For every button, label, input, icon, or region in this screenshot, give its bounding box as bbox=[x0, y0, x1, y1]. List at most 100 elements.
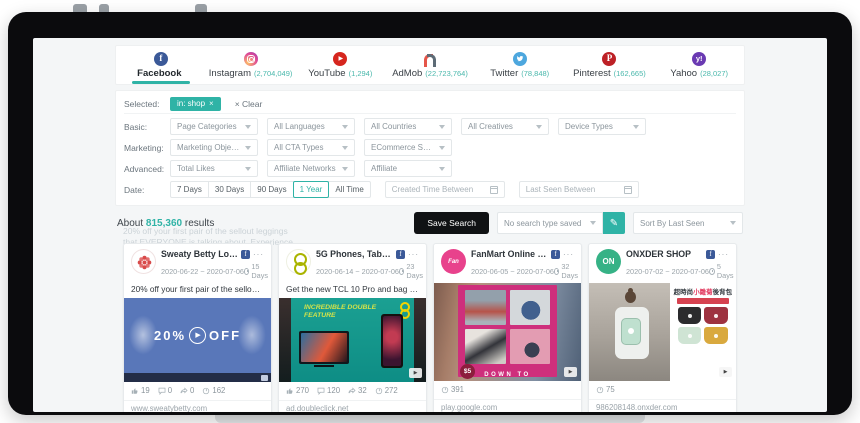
dropdown-page-categories[interactable]: Page Categories bbox=[170, 118, 258, 135]
more-options-icon[interactable]: ··· bbox=[563, 250, 574, 259]
chevron-down-icon bbox=[439, 167, 445, 171]
ad-duration: 5 Days bbox=[717, 262, 735, 280]
dropdown-ecommerce-softwares[interactable]: ECommerce Softwares bbox=[364, 139, 452, 156]
tab-pinterest[interactable]: P Pinterest(162,665) bbox=[565, 46, 655, 84]
chevron-down-icon bbox=[730, 221, 736, 225]
ad-domain[interactable]: play.google.com bbox=[434, 399, 581, 412]
selected-tag-in-shop[interactable]: in: shop× bbox=[170, 97, 221, 111]
ad-text: 20% off your first pair of the sellout l… bbox=[124, 283, 271, 298]
dropdown-countries[interactable]: All Countries bbox=[364, 118, 452, 135]
facebook-icon: f bbox=[154, 52, 168, 66]
advertiser-name[interactable]: 5G Phones, Tablets & SIMs | ... bbox=[316, 249, 393, 259]
tab-count: (28,027) bbox=[700, 69, 728, 78]
calendar-icon bbox=[490, 186, 498, 194]
dropdown-affiliate[interactable]: Affiliate bbox=[364, 160, 452, 177]
chevron-down-icon bbox=[245, 167, 251, 171]
dropdown-affiliate-networks[interactable]: Affiliate Networks bbox=[267, 160, 355, 177]
youtube-icon: ▶ bbox=[333, 52, 347, 66]
platform-tabbar: f Facebook Instagram(2,704,049) ▶ YouTub… bbox=[115, 45, 745, 85]
range-90-days[interactable]: 90 Days bbox=[250, 181, 293, 198]
dropdown-total-likes[interactable]: Total Likes bbox=[170, 160, 258, 177]
play-icon[interactable]: ▶ bbox=[189, 327, 206, 344]
tab-label: Instagram bbox=[209, 68, 251, 79]
advertiser-name[interactable]: Sweaty Betty London | Wom... bbox=[161, 249, 238, 259]
advertiser-name[interactable]: ONXDER SHOP bbox=[626, 249, 703, 259]
pencil-icon: ✎ bbox=[610, 218, 618, 229]
tab-count: (1,294) bbox=[349, 69, 373, 78]
edit-search-button[interactable]: ✎ bbox=[603, 212, 625, 234]
pinterest-icon: P bbox=[602, 52, 616, 66]
dropdown-device-types[interactable]: Device Types bbox=[558, 118, 646, 135]
instagram-icon bbox=[244, 52, 258, 66]
remove-tag-icon[interactable]: × bbox=[209, 99, 214, 108]
saved-search-dropdown[interactable]: No search type saved bbox=[497, 212, 603, 234]
dropdown-marketing-objectives[interactable]: Marketing Objectives bbox=[170, 139, 258, 156]
range-1-year[interactable]: 1 Year bbox=[293, 181, 330, 198]
video-icon: ▶ bbox=[719, 367, 732, 377]
clock-icon bbox=[709, 268, 715, 275]
tab-instagram[interactable]: Instagram(2,704,049) bbox=[206, 46, 296, 84]
more-options-icon[interactable]: ··· bbox=[718, 250, 729, 259]
clock-icon bbox=[399, 268, 404, 275]
shoes-collage bbox=[458, 285, 557, 377]
range-30-days[interactable]: 30 Days bbox=[208, 181, 251, 198]
chevron-down-icon bbox=[342, 146, 348, 150]
ad-stats: 75 bbox=[589, 381, 736, 397]
save-search-button[interactable]: Save Search bbox=[414, 212, 489, 234]
tab-yahoo[interactable]: y! Yahoo(28,027) bbox=[654, 46, 744, 84]
facebook-badge-icon: f bbox=[241, 250, 250, 259]
advertiser-name[interactable]: FanMart Online Shopping - F... bbox=[471, 249, 548, 259]
model-photo bbox=[589, 283, 670, 381]
backpack-grid bbox=[672, 307, 734, 344]
tab-youtube[interactable]: ▶ YouTube(1,294) bbox=[295, 46, 385, 84]
dropdown-cta-types[interactable]: All CTA Types bbox=[267, 139, 355, 156]
range-all-time[interactable]: All Time bbox=[328, 181, 370, 198]
ad-creative[interactable]: 20%▶OFF bbox=[124, 298, 271, 382]
clock-icon bbox=[244, 268, 249, 275]
selected-label: Selected: bbox=[124, 99, 170, 109]
tab-label: AdMob bbox=[392, 68, 422, 79]
like-icon bbox=[286, 387, 294, 395]
more-options-icon[interactable]: ··· bbox=[408, 250, 419, 259]
tab-label: Facebook bbox=[137, 68, 181, 79]
chevron-down-icon bbox=[536, 125, 542, 129]
ad-domain[interactable]: ad.doubleclick.net bbox=[279, 400, 426, 412]
page: 20% off your first pair of the sellout l… bbox=[0, 0, 860, 423]
phone-image bbox=[381, 314, 403, 368]
results-bar: About 815,360 results Save Search No sea… bbox=[117, 211, 743, 235]
calendar-icon bbox=[624, 186, 632, 194]
chevron-down-icon bbox=[342, 125, 348, 129]
tab-count: (22,723,764) bbox=[425, 69, 468, 78]
tab-twitter[interactable]: Twitter(78,848) bbox=[475, 46, 565, 84]
range-7-days[interactable]: 7 Days bbox=[170, 181, 209, 198]
ad-domain[interactable]: www.sweatybetty.com bbox=[124, 400, 271, 412]
last-seen-input[interactable]: Last Seen Between bbox=[519, 181, 639, 198]
promo-banner bbox=[677, 298, 729, 304]
chevron-down-icon bbox=[439, 125, 445, 129]
share-icon bbox=[348, 387, 356, 395]
ad-domain[interactable]: 986208148.onxder.com bbox=[589, 399, 736, 412]
dropdown-languages[interactable]: All Languages bbox=[267, 118, 355, 135]
device-frame: 20% off your first pair of the sellout l… bbox=[8, 12, 852, 415]
created-time-input[interactable]: Created Time Between bbox=[385, 181, 505, 198]
ad-creative[interactable]: INCREDIBLE DOUBLEFEATURE ▶ bbox=[279, 298, 426, 382]
app-screen: 20% off your first pair of the sellout l… bbox=[33, 38, 827, 412]
more-options-icon[interactable]: ··· bbox=[253, 250, 264, 259]
clear-filters-link[interactable]: × Clear bbox=[235, 99, 263, 109]
dropdown-creatives[interactable]: All Creatives bbox=[461, 118, 549, 135]
tab-facebook[interactable]: f Facebook bbox=[116, 46, 206, 84]
ad-results-grid: Sweaty Betty London | Wom... f ··· 2020-… bbox=[123, 243, 737, 412]
advertiser-logo: ON bbox=[596, 249, 621, 274]
ad-text: Get the new TCL 10 Pro and bag a free TC… bbox=[279, 283, 426, 298]
sort-dropdown[interactable]: Sort By Last Seen bbox=[633, 212, 743, 234]
tab-admob[interactable]: AdMob(22,723,764) bbox=[385, 46, 475, 84]
ad-creative[interactable]: DOWN TO $5 ▶ bbox=[434, 283, 581, 381]
tab-count: (162,665) bbox=[614, 69, 646, 78]
tab-count: (2,704,049) bbox=[254, 69, 292, 78]
tv-image bbox=[299, 331, 349, 364]
results-count: About 815,360 results bbox=[117, 218, 214, 229]
comment-icon bbox=[317, 387, 325, 395]
ad-creative[interactable]: 超時尚小雛菊後背包 ▶ bbox=[589, 283, 736, 381]
ad-date-range: 2020-06-14 ~ 2020-07-06 bbox=[316, 267, 399, 276]
ad-card: 5G Phones, Tablets & SIMs | ... f ··· 20… bbox=[278, 243, 427, 412]
